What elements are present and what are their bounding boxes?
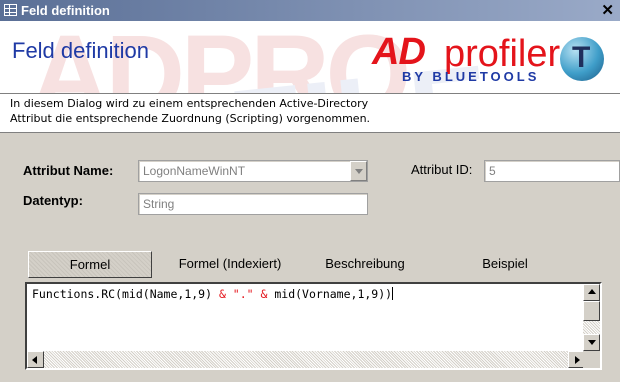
window-title: Feld definition	[21, 3, 110, 18]
dropdown-arrow-icon[interactable]	[350, 161, 367, 181]
formula-editor[interactable]: Functions.RC(mid(Name,1,9) & "." & mid(V…	[25, 282, 602, 370]
vertical-scroll-thumb[interactable]	[583, 301, 600, 321]
attribut-id-field[interactable]: 5	[484, 160, 620, 182]
header-banner: ADPRO FILE Feld definition AD profiler B…	[0, 21, 620, 93]
description-line-1: In diesem Dialog wird zu einem entsprech…	[10, 97, 369, 110]
attribut-name-label: Attribut Name:	[23, 163, 114, 178]
tab-beschreibung[interactable]: Beschreibung	[310, 251, 420, 278]
formula-code[interactable]: Functions.RC(mid(Name,1,9) & "." & mid(V…	[32, 287, 394, 301]
scroll-up-icon[interactable]	[583, 284, 600, 301]
description-line-2: Attribut die entsprechende Zuordnung (Sc…	[10, 112, 371, 125]
datentyp-field[interactable]: String	[138, 193, 368, 215]
dialog-heading: Feld definition	[12, 38, 149, 63]
attribut-name-combo[interactable]: LogonNameWinNT	[138, 160, 368, 182]
tab-formel-indexiert[interactable]: Formel (Indexiert)	[165, 251, 295, 278]
text-caret	[392, 287, 394, 300]
bluetools-ball-icon: T	[560, 37, 604, 81]
datentyp-label: Datentyp:	[23, 193, 83, 208]
attribut-name-value: LogonNameWinNT	[143, 164, 246, 178]
scroll-left-icon[interactable]	[27, 351, 44, 368]
close-icon[interactable]: ✕	[601, 1, 614, 19]
window-table-icon	[4, 4, 17, 16]
scroll-down-icon[interactable]	[583, 334, 600, 351]
adprofiler-logo: AD profiler BY BLUETOOLS T	[372, 31, 612, 89]
horizontal-scrollbar[interactable]	[27, 351, 585, 368]
scrollbar-corner	[583, 351, 600, 368]
description-panel: In diesem Dialog wird zu einem entsprech…	[0, 93, 620, 133]
title-bar: Feld definition ✕	[0, 0, 620, 21]
vertical-scrollbar[interactable]	[583, 284, 600, 351]
tab-formel[interactable]: Formel	[28, 251, 152, 278]
tab-beispiel[interactable]: Beispiel	[460, 251, 550, 278]
attribut-id-label: Attribut ID:	[411, 162, 473, 177]
